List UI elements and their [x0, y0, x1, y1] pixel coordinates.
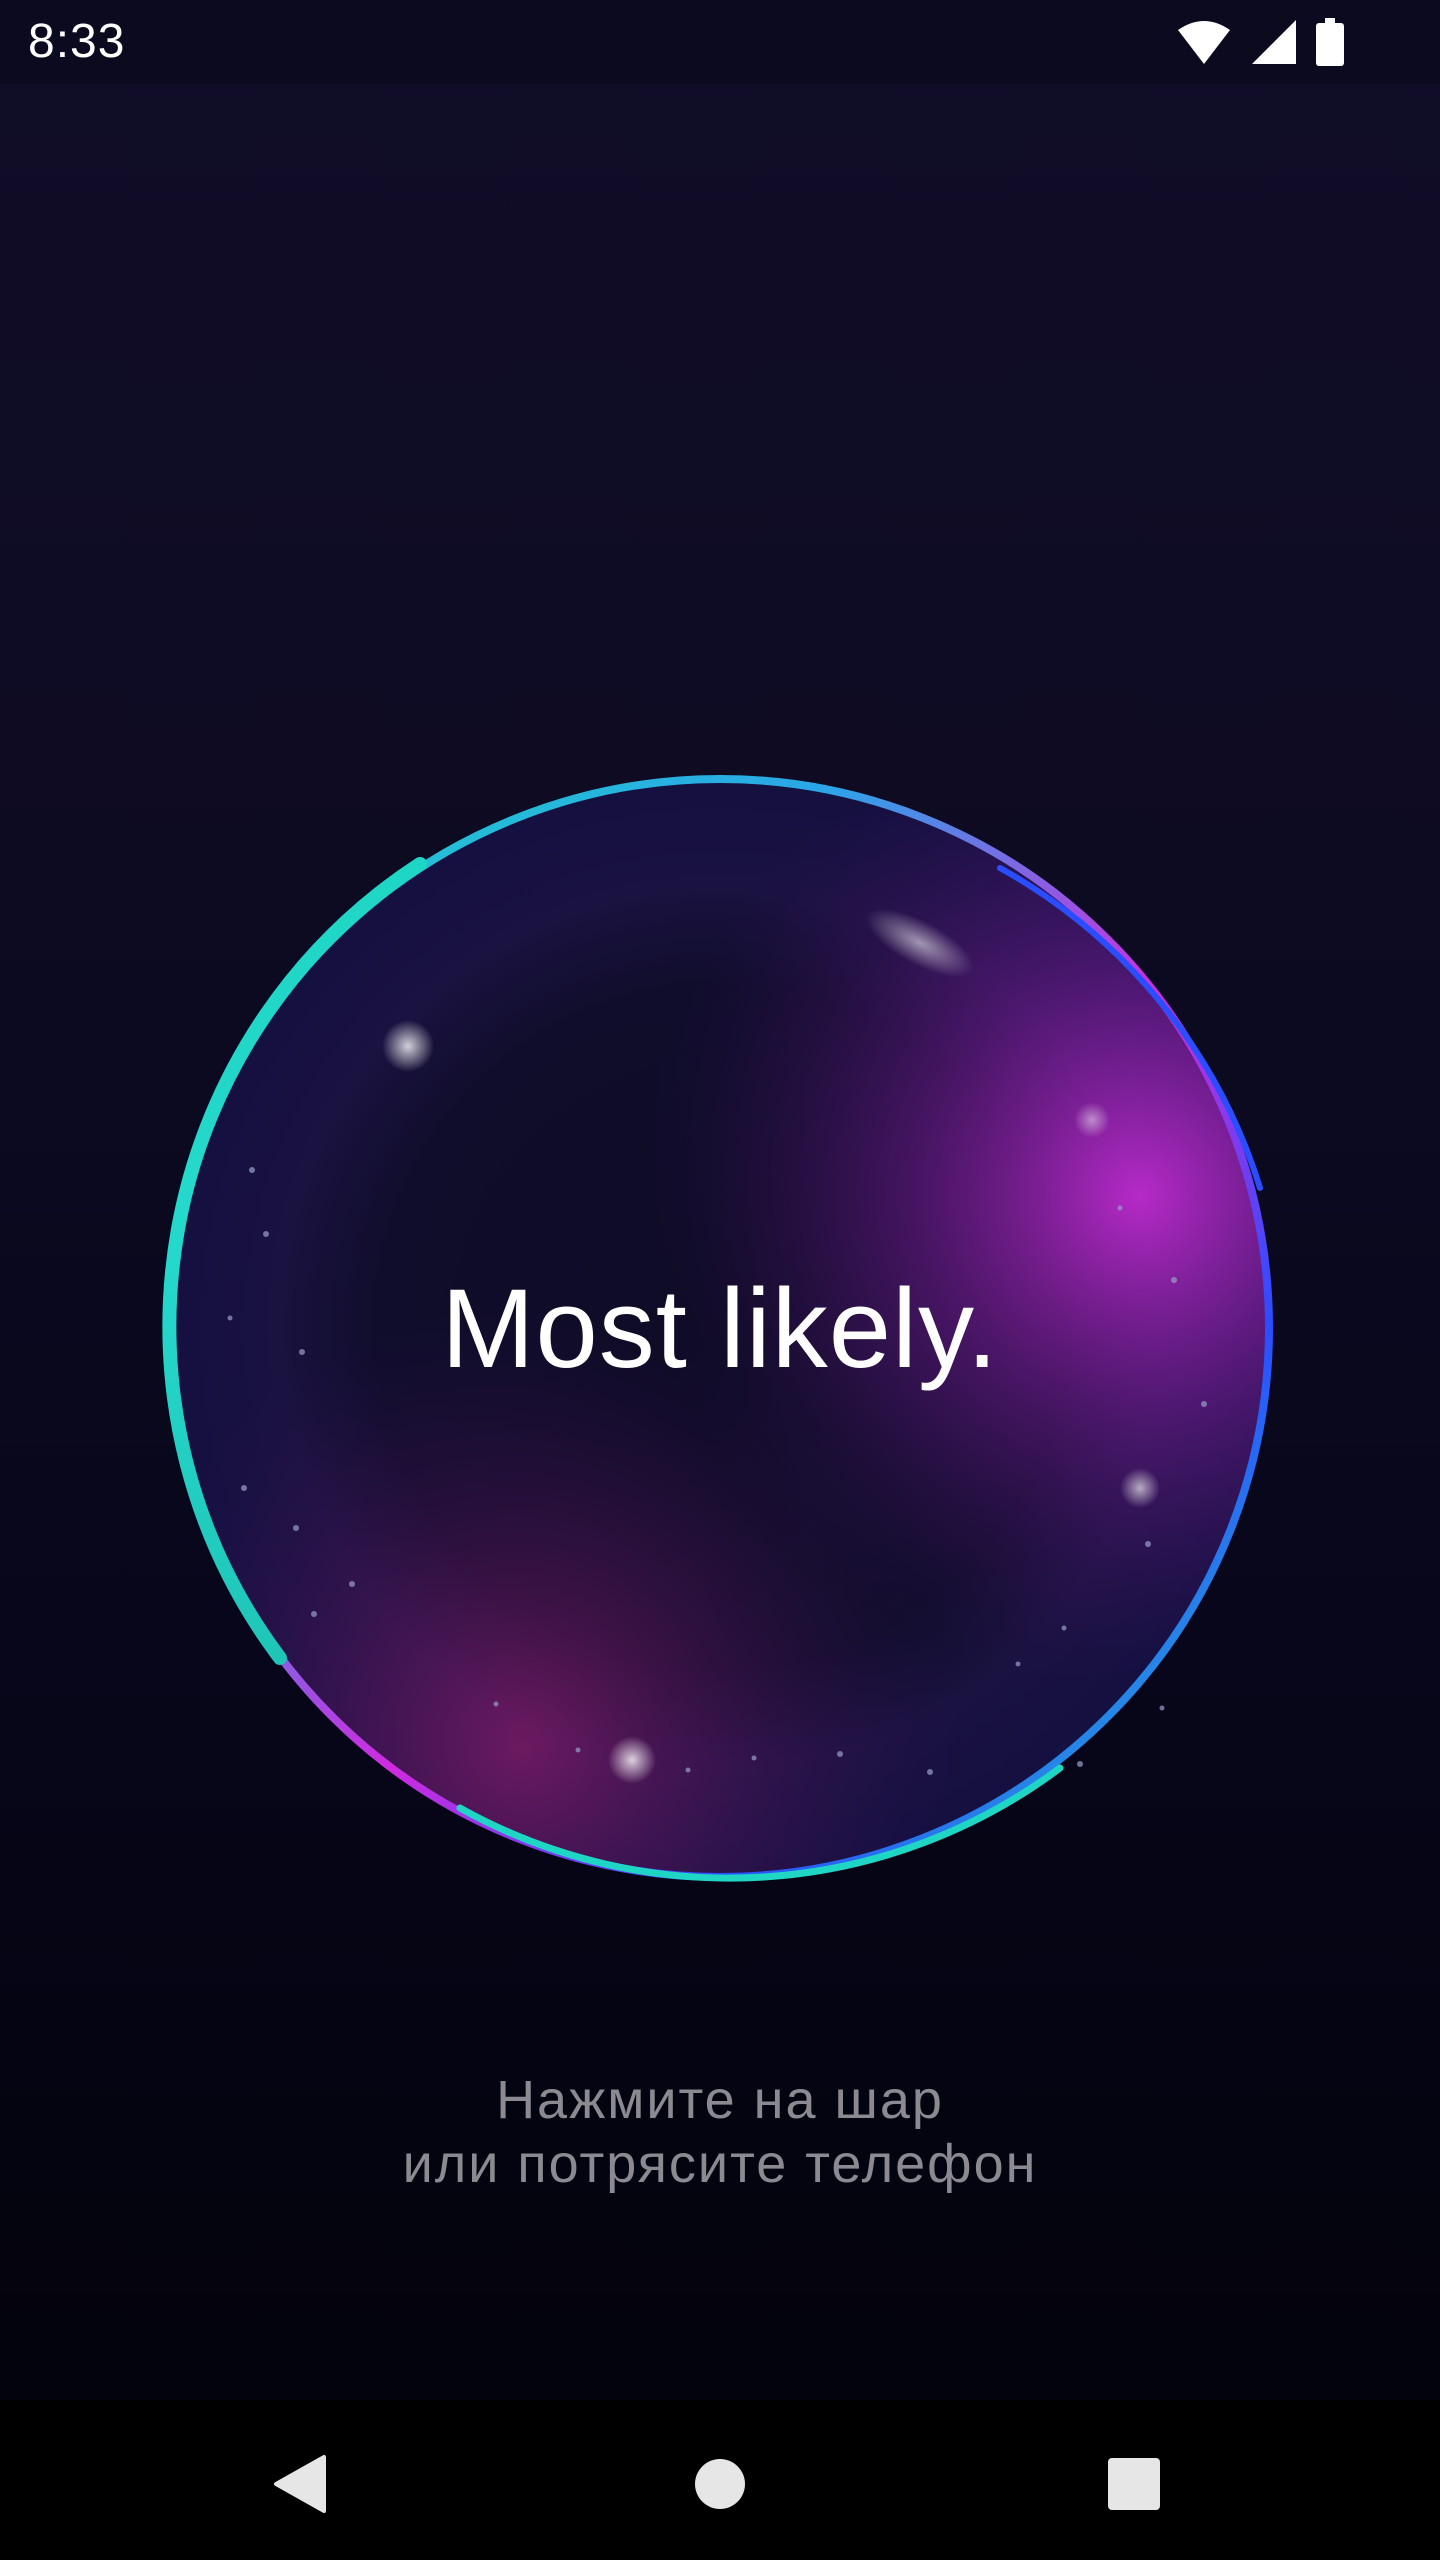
home-button[interactable] — [672, 2436, 768, 2532]
wifi-icon — [1176, 20, 1232, 64]
status-bar: 8:33 — [0, 0, 1440, 84]
battery-icon — [1316, 18, 1344, 66]
status-icons — [1176, 18, 1344, 66]
home-icon — [695, 2459, 745, 2509]
magic-orb[interactable]: Most likely. — [160, 768, 1280, 1888]
instruction-hint: Нажмите на шар или потрясите телефон — [0, 2068, 1440, 2196]
back-button[interactable] — [252, 2436, 348, 2532]
orb-graphic — [162, 775, 1273, 1882]
status-time: 8:33 — [28, 15, 126, 68]
cell-signal-icon — [1252, 20, 1296, 64]
recents-button[interactable] — [1086, 2436, 1182, 2532]
recents-icon — [1108, 2458, 1160, 2510]
back-icon — [274, 2455, 326, 2513]
hint-line-1: Нажмите на шар — [496, 2070, 944, 2130]
navigation-bar — [0, 2400, 1440, 2560]
hint-line-2: или потрясите телефон — [402, 2134, 1038, 2194]
